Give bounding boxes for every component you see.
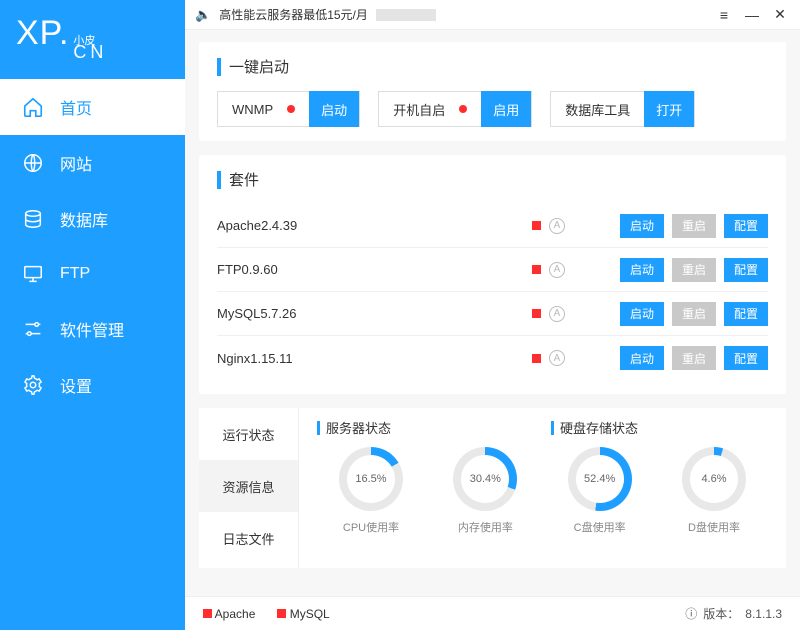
status-square: [532, 221, 541, 230]
suite-restart[interactable]: 重启: [672, 258, 716, 282]
nav-label: 设置: [60, 373, 92, 397]
nav-software[interactable]: 软件管理: [0, 301, 185, 357]
quick-dbtool: 数据库工具 打开: [550, 91, 695, 127]
suite-row: MySQL5.7.26 A 启动 重启 配置: [217, 292, 768, 336]
status-dot: [287, 105, 295, 113]
nav-settings[interactable]: 设置: [0, 357, 185, 413]
promo-text[interactable]: 高性能云服务器最低15元/月: [219, 6, 368, 23]
suite-start[interactable]: 启动: [620, 214, 664, 238]
nav: 首页 网站 数据库 FTP 软件管理 设置: [0, 73, 185, 413]
status-dot: [459, 105, 467, 113]
server-status-head: 服务器状态: [326, 418, 391, 437]
gauge: 4.6%D盘使用率: [664, 447, 764, 535]
sidebar: XP. 小皮 CN 首页 网站 数据库 FTP: [0, 0, 185, 630]
minimize-button[interactable]: —: [742, 7, 762, 23]
content: 一键启动 WNMP 启动 开机自启 启用 数据库工具 打开: [185, 30, 800, 596]
quick-autostart: 开机自启 启用: [378, 91, 532, 127]
suite-start[interactable]: 启动: [620, 302, 664, 326]
quick-wnmp: WNMP 启动: [217, 91, 360, 127]
suite-config[interactable]: 配置: [724, 302, 768, 326]
nav-database[interactable]: 数据库: [0, 191, 185, 247]
gear-icon: [22, 374, 44, 396]
auto-indicator: A: [549, 262, 565, 278]
gauge: 30.4%内存使用率: [435, 447, 535, 535]
auto-indicator: A: [549, 350, 565, 366]
version-label: 版本：: [703, 605, 739, 622]
gauge-label: C盘使用率: [550, 519, 650, 535]
suite-restart[interactable]: 重启: [672, 346, 716, 370]
suite-name: MySQL5.7.26: [217, 306, 532, 321]
nav-website[interactable]: 网站: [0, 135, 185, 191]
nav-ftp[interactable]: FTP: [0, 247, 185, 301]
suite-row: Nginx1.15.11 A 启动 重启 配置: [217, 336, 768, 380]
version: 8.1.1.3: [745, 607, 782, 621]
quickstart-panel: 一键启动 WNMP 启动 开机自启 启用 数据库工具 打开: [199, 42, 786, 141]
suite-restart[interactable]: 重启: [672, 302, 716, 326]
quick-dbtool-action[interactable]: 打开: [644, 91, 694, 127]
gauge-label: D盘使用率: [664, 519, 764, 535]
footer-mysql: MySQL: [277, 607, 329, 621]
status-tab-logs[interactable]: 日志文件: [199, 512, 298, 564]
nav-label: 软件管理: [60, 317, 124, 341]
status-square: [532, 354, 541, 363]
disk-status-head: 硬盘存储状态: [560, 418, 638, 437]
suite-restart[interactable]: 重启: [672, 214, 716, 238]
status-square: [532, 309, 541, 318]
suite-config[interactable]: 配置: [724, 346, 768, 370]
speaker-icon: 🔈: [195, 7, 211, 23]
database-icon: [22, 208, 44, 230]
nav-label: 首页: [60, 95, 92, 119]
info-icon[interactable]: ⓘ: [685, 605, 697, 622]
quick-autostart-action[interactable]: 启用: [481, 91, 531, 127]
suite-title: 套件: [229, 169, 259, 190]
nav-label: 数据库: [60, 207, 108, 231]
suite-name: FTP0.9.60: [217, 262, 532, 277]
globe-icon: [22, 152, 44, 174]
footer: Apache MySQL ⓘ 版本： 8.1.1.3: [185, 596, 800, 630]
suite-name: Nginx1.15.11: [217, 351, 532, 366]
status-tab-running[interactable]: 运行状态: [199, 408, 298, 460]
titlebar: 🔈 高性能云服务器最低15元/月 ≡ — ✕: [185, 0, 800, 30]
suite-row: Apache2.4.39 A 启动 重启 配置: [217, 204, 768, 248]
sliders-icon: [22, 318, 44, 340]
suite-name: Apache2.4.39: [217, 218, 532, 233]
logo: XP. 小皮 CN: [0, 0, 185, 73]
quickstart-title: 一键启动: [229, 56, 289, 77]
home-icon: [22, 96, 44, 118]
gauge: 16.5%CPU使用率: [321, 447, 421, 535]
suite-config[interactable]: 配置: [724, 214, 768, 238]
footer-apache: Apache: [203, 607, 255, 621]
gauge-label: CPU使用率: [321, 519, 421, 535]
menu-button[interactable]: ≡: [714, 7, 734, 23]
gauge: 52.4%C盘使用率: [550, 447, 650, 535]
suite-config[interactable]: 配置: [724, 258, 768, 282]
status-panel: 运行状态 资源信息 日志文件 服务器状态 硬盘存储状态 16.5%CPU使用率3…: [199, 408, 786, 568]
suite-start[interactable]: 启动: [620, 346, 664, 370]
main: 🔈 高性能云服务器最低15元/月 ≡ — ✕ 一键启动 WNMP 启动 开机自启: [185, 0, 800, 630]
redacted: [376, 9, 436, 21]
gauge-label: 内存使用率: [435, 519, 535, 535]
monitor-icon: [22, 263, 44, 285]
status-tab-resource[interactable]: 资源信息: [199, 460, 298, 512]
logo-main: XP.: [16, 14, 69, 53]
suite-start[interactable]: 启动: [620, 258, 664, 282]
close-button[interactable]: ✕: [770, 6, 790, 23]
logo-sub: 小皮 CN: [73, 35, 107, 63]
nav-label: FTP: [60, 265, 90, 283]
auto-indicator: A: [549, 306, 565, 322]
nav-home[interactable]: 首页: [0, 79, 185, 135]
suite-row: FTP0.9.60 A 启动 重启 配置: [217, 248, 768, 292]
auto-indicator: A: [549, 218, 565, 234]
quick-wnmp-action[interactable]: 启动: [309, 91, 359, 127]
status-square: [532, 265, 541, 274]
nav-label: 网站: [60, 151, 92, 175]
suite-panel: 套件 Apache2.4.39 A 启动 重启 配置 FTP0.9.60 A 启…: [199, 155, 786, 394]
